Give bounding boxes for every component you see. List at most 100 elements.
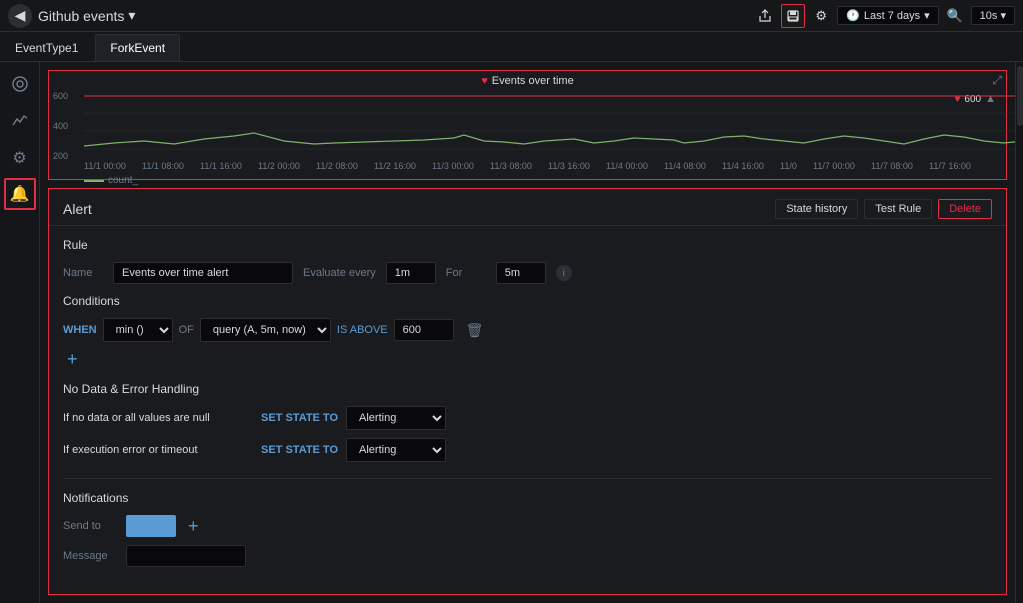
x-label-3: 11/2 00:00 <box>258 161 300 175</box>
state-history-button[interactable]: State history <box>775 199 858 219</box>
alert-panel-title: Alert <box>63 201 92 217</box>
save-button[interactable] <box>781 4 805 28</box>
dashboard-title-text: Github events <box>38 8 124 24</box>
gear-icon: ⚙ <box>12 148 26 168</box>
legend-label: count_ <box>108 175 138 186</box>
of-select[interactable]: query (A, 5m, now) <box>200 318 331 342</box>
topbar-right: ⚙ 🕐 Last 7 days ▾ 🔍 10s ▾ <box>753 4 1015 28</box>
topbar: ◀ Github events ▾ ⚙ 🕐 Last 7 days ▾ 🔍 <box>0 0 1023 32</box>
time-range-dropdown-icon: ▾ <box>924 9 930 22</box>
add-condition-button[interactable]: + <box>63 350 82 368</box>
bell-icon: 🔔 <box>10 184 30 204</box>
x-label-0: 11/1 00:00 <box>84 161 126 175</box>
sidebar-item-gear[interactable]: ⚙ <box>4 142 36 174</box>
layers-icon <box>11 75 29 98</box>
share-button[interactable] <box>753 4 777 28</box>
refresh-button[interactable]: 10s ▾ <box>971 6 1015 25</box>
x-label-10: 11/4 08:00 <box>664 161 706 175</box>
y-label-400: 400 <box>53 121 80 131</box>
time-range-button[interactable]: 🕐 Last 7 days ▾ <box>837 6 939 25</box>
back-button[interactable]: ◀ <box>8 4 32 28</box>
time-range-label: Last 7 days <box>864 10 920 22</box>
sidebar-item-chart[interactable] <box>4 106 36 138</box>
message-input[interactable] <box>126 545 246 567</box>
chart-panel: ♥ Events over time ⤢ ♥ 600 ▲ 600 400 200 <box>48 70 1007 180</box>
tab-forkevent[interactable]: ForkEvent <box>95 34 180 61</box>
x-label-15: 11/7 16:00 <box>929 161 971 175</box>
x-label-1: 11/1 08:00 <box>142 161 184 175</box>
conditions-row: WHEN min () max () avg () sum () OF quer… <box>63 318 992 342</box>
alert-panel: Alert State history Test Rule Delete Rul… <box>48 188 1007 595</box>
no-data-row2: If execution error or timeout SET STATE … <box>63 438 992 462</box>
zoom-button[interactable]: 🔍 <box>943 4 967 28</box>
sidebar-item-alert[interactable]: 🔔 <box>4 178 36 210</box>
execution-error-state-select[interactable]: Alerting No Data Keep State OK <box>346 438 446 462</box>
message-row: Message <box>63 545 992 567</box>
chart-icon <box>11 111 29 134</box>
x-label-14: 11/7 08:00 <box>871 161 913 175</box>
is-above-label: IS ABOVE <box>337 324 388 336</box>
message-label: Message <box>63 550 118 562</box>
rule-row: Name Evaluate every For i <box>63 262 992 284</box>
when-label: WHEN <box>63 324 97 336</box>
name-label: Name <box>63 267 103 279</box>
chart-title-bar: ♥ Events over time ⤢ <box>49 71 1006 91</box>
dashboard-dropdown-icon[interactable]: ▾ <box>128 7 135 24</box>
x-label-4: 11/2 08:00 <box>316 161 358 175</box>
main-layout: ⚙ 🔔 ♥ Events over time ⤢ ♥ 600 ▲ <box>0 62 1023 603</box>
scrollbar-thumb <box>1017 66 1023 126</box>
no-data-state-select[interactable]: Alerting No Data Keep State OK <box>346 406 446 430</box>
settings-button[interactable]: ⚙ <box>809 4 833 28</box>
of-label: OF <box>179 324 194 336</box>
conditions-section-title: Conditions <box>63 294 992 308</box>
chart-title: ♥ Events over time <box>481 75 573 87</box>
x-label-12: 11/0 <box>780 161 797 175</box>
tab-eventtype1[interactable]: EventType1 <box>0 34 93 61</box>
for-input[interactable] <box>496 262 546 284</box>
delete-condition-button[interactable]: 🗑 <box>460 320 490 341</box>
no-data-row2-label: If execution error or timeout <box>63 444 253 456</box>
chart-svg-wrapper: 600 400 200 <box>49 91 1006 161</box>
alert-panel-actions: State history Test Rule Delete <box>775 199 992 219</box>
chart-svg <box>84 91 1015 156</box>
send-to-label: Send to <box>63 520 118 532</box>
chart-heart-icon: ♥ <box>481 75 488 87</box>
refresh-label: 10s <box>980 10 998 22</box>
test-rule-button[interactable]: Test Rule <box>864 199 932 219</box>
for-label: For <box>446 267 486 279</box>
chart-legend: count_ <box>49 175 1006 186</box>
alert-body: Rule Name Evaluate every For i Condition… <box>49 226 1006 579</box>
add-send-to-button[interactable]: + <box>184 517 203 535</box>
chart-expand-icon[interactable]: ⤢ <box>992 73 1002 88</box>
legend-line <box>84 180 104 182</box>
send-to-row: Send to + <box>63 515 992 537</box>
chart-title-text: Events over time <box>492 75 574 87</box>
x-label-5: 11/2 16:00 <box>374 161 416 175</box>
notifications-section: Notifications Send to + Message <box>63 478 992 567</box>
no-data-row1-label: If no data or all values are null <box>63 412 253 424</box>
alert-panel-header: Alert State history Test Rule Delete <box>49 189 1006 226</box>
chart-x-axis: 11/1 00:00 11/1 08:00 11/1 16:00 11/2 00… <box>49 161 1006 175</box>
name-input[interactable] <box>113 262 293 284</box>
no-data-row1: If no data or all values are null SET ST… <box>63 406 992 430</box>
when-select[interactable]: min () max () avg () sum () <box>103 318 173 342</box>
no-data-section: No Data & Error Handling If no data or a… <box>63 382 992 462</box>
tabbar: EventType1 ForkEvent <box>0 32 1023 62</box>
right-scrollbar[interactable] <box>1015 62 1023 603</box>
x-label-9: 11/4 00:00 <box>606 161 648 175</box>
set-state-to-label-2: SET STATE TO <box>261 444 338 456</box>
topbar-left: ◀ Github events ▾ <box>8 4 135 28</box>
info-icon[interactable]: i <box>556 265 572 281</box>
x-label-11: 11/4 16:00 <box>722 161 764 175</box>
evaluate-input[interactable] <box>386 262 436 284</box>
delete-button[interactable]: Delete <box>938 199 992 219</box>
y-label-600: 600 <box>53 91 80 101</box>
send-to-badge <box>126 515 176 537</box>
threshold-input[interactable] <box>394 319 454 341</box>
notifications-section-title: Notifications <box>63 491 992 505</box>
x-label-13: 11/7 00:00 <box>813 161 855 175</box>
no-data-section-title: No Data & Error Handling <box>63 382 992 396</box>
sidebar-item-layers[interactable] <box>4 70 36 102</box>
add-condition-row: + <box>63 350 992 368</box>
evaluate-label: Evaluate every <box>303 267 376 279</box>
